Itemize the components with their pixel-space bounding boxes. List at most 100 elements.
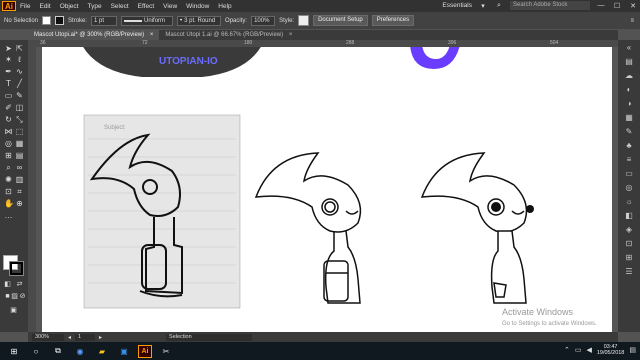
- menu-file[interactable]: File: [20, 3, 30, 10]
- slice-tool-icon[interactable]: ⌗: [15, 187, 24, 196]
- workspace-switcher[interactable]: Essentials: [442, 2, 472, 9]
- paintbrush-tool-icon[interactable]: ✎: [15, 91, 24, 100]
- pen-tool-icon[interactable]: ✒: [4, 67, 13, 76]
- hand-tool-icon[interactable]: ✋: [4, 199, 14, 208]
- store-icon[interactable]: ▣: [116, 344, 132, 358]
- rotate-tool-icon[interactable]: ↻: [4, 115, 13, 124]
- canvas-area[interactable]: UTOPIAN-IO Subject: Activate Windows Go …: [36, 47, 618, 332]
- none-mode-icon[interactable]: ⊘: [18, 292, 27, 301]
- tab-close-icon[interactable]: ×: [150, 32, 154, 38]
- magic-wand-tool-icon[interactable]: ✶: [4, 55, 13, 64]
- maximize-button[interactable]: ☐: [612, 2, 622, 10]
- zoom-tool-icon[interactable]: ⊕: [15, 199, 24, 208]
- screen-mode-icon[interactable]: ▣: [9, 306, 18, 315]
- perspective-grid-tool-icon[interactable]: ▦: [15, 139, 24, 148]
- preferences-button[interactable]: Preferences: [371, 15, 415, 26]
- status-mode[interactable]: Selection: [166, 333, 253, 341]
- snipping-tool-icon[interactable]: ✂: [158, 344, 174, 358]
- mesh-tool-icon[interactable]: ⊞: [4, 151, 13, 160]
- transform-panel-icon[interactable]: ⊞: [624, 254, 634, 262]
- libraries-panel-icon[interactable]: ☁: [624, 72, 634, 80]
- file-explorer-icon[interactable]: ▰: [94, 344, 110, 358]
- stroke-weight-field[interactable]: 1 pt: [91, 15, 118, 26]
- brushes-panel-icon[interactable]: ✎: [624, 128, 634, 136]
- layers-panel-icon[interactable]: ◈: [624, 226, 634, 234]
- gradient-tool-icon[interactable]: ▤: [15, 151, 24, 160]
- stock-search-input[interactable]: Search Adobe Stock: [510, 1, 590, 10]
- line-tool-icon[interactable]: ╱: [15, 79, 24, 88]
- width-tool-icon[interactable]: ⋈: [4, 127, 13, 136]
- menu-window[interactable]: Window: [186, 3, 209, 10]
- tab-mascot-utopi-1-ai[interactable]: Mascot Utopi 1.ai @ 66.67% (RGB/Preview)…: [159, 30, 298, 40]
- chevron-down-icon[interactable]: ▾: [478, 2, 488, 10]
- color-panel-icon[interactable]: ◐: [624, 86, 634, 94]
- more-tools-icon[interactable]: …: [4, 211, 13, 220]
- gradient-panel-icon[interactable]: ▭: [624, 170, 634, 178]
- chrome-icon[interactable]: ◉: [72, 344, 88, 358]
- variable-width-profile[interactable]: Uniform: [121, 15, 174, 26]
- stroke-panel-icon[interactable]: ≡: [624, 156, 634, 164]
- free-transform-tool-icon[interactable]: ⬚: [15, 127, 24, 136]
- lasso-tool-icon[interactable]: ℓ: [15, 55, 24, 64]
- symbol-sprayer-tool-icon[interactable]: ✺: [4, 175, 13, 184]
- task-view-icon[interactable]: ⧉: [50, 344, 66, 358]
- artboards-panel-icon[interactable]: ⊡: [624, 240, 634, 248]
- direct-selection-tool-icon[interactable]: ⇱: [15, 44, 24, 53]
- align-panel-icon[interactable]: ☰: [624, 268, 634, 276]
- menu-object[interactable]: Object: [60, 3, 79, 10]
- fill-color-swatch[interactable]: [42, 16, 52, 25]
- artboard[interactable]: UTOPIAN-IO Subject: Activate Windows Go …: [42, 47, 612, 332]
- stroke-color-swatch[interactable]: [55, 16, 65, 25]
- properties-panel-icon[interactable]: ▤: [624, 58, 634, 66]
- type-tool-icon[interactable]: T: [4, 79, 13, 88]
- windows-start-icon[interactable]: ⊞: [6, 344, 22, 358]
- graphic-style-swatch[interactable]: [298, 15, 310, 26]
- prev-artboard-icon[interactable]: ◂: [68, 334, 71, 341]
- zoom-level[interactable]: 300%: [32, 333, 64, 341]
- notifications-icon[interactable]: ▤: [629, 346, 636, 354]
- symbols-panel-icon[interactable]: ♣: [624, 142, 634, 150]
- document-setup-button[interactable]: Document Setup: [313, 15, 368, 26]
- menu-select[interactable]: Select: [111, 3, 129, 10]
- search-icon[interactable]: ○: [28, 344, 44, 358]
- menu-help[interactable]: Help: [218, 3, 231, 10]
- menu-edit[interactable]: Edit: [39, 3, 50, 10]
- chevron-up-icon[interactable]: ⌃: [564, 346, 570, 354]
- artboard-tool-icon[interactable]: ⊡: [4, 187, 13, 196]
- blend-tool-icon[interactable]: ∞: [15, 163, 24, 172]
- swatches-panel-icon[interactable]: ▦: [624, 114, 634, 122]
- close-window-button[interactable]: ✕: [628, 2, 638, 10]
- menu-view[interactable]: View: [163, 3, 177, 10]
- minimize-button[interactable]: —: [596, 2, 606, 9]
- column-graph-tool-icon[interactable]: ▥: [15, 175, 24, 184]
- graphic-styles-panel-icon[interactable]: ◧: [624, 212, 634, 220]
- scale-tool-icon[interactable]: ⤡: [15, 115, 24, 124]
- network-icon[interactable]: ▭: [575, 346, 582, 354]
- color-guide-panel-icon[interactable]: ◑: [624, 100, 634, 108]
- appearance-panel-icon[interactable]: ☼: [624, 198, 634, 206]
- rectangle-tool-icon[interactable]: ▭: [4, 91, 13, 100]
- collapse-panels-icon[interactable]: «: [624, 44, 634, 52]
- volume-icon[interactable]: ◀: [586, 346, 591, 354]
- tab-close-icon[interactable]: ×: [289, 32, 293, 38]
- stroke-swatch[interactable]: [9, 261, 24, 276]
- opacity-field[interactable]: 100%: [251, 15, 276, 26]
- tab-mascot-utopi-ai[interactable]: Mascot Utopi.ai* @ 300% (RGB/Preview) ×: [28, 30, 160, 40]
- eraser-tool-icon[interactable]: ◫: [15, 103, 24, 112]
- next-artboard-icon[interactable]: ▸: [99, 334, 102, 341]
- shape-builder-tool-icon[interactable]: ◎: [4, 139, 13, 148]
- selection-tool-icon[interactable]: ➤: [4, 44, 13, 53]
- brush-definition[interactable]: • 3 pt. Round: [177, 15, 222, 26]
- transparency-panel-icon[interactable]: ◎: [624, 184, 634, 192]
- panel-menu-icon[interactable]: ≡: [630, 18, 634, 24]
- eyedropper-tool-icon[interactable]: ⌕: [4, 163, 13, 172]
- curvature-tool-icon[interactable]: ∿: [15, 67, 24, 76]
- swap-colors-icon[interactable]: ⇄: [15, 280, 24, 289]
- menu-effect[interactable]: Effect: [138, 3, 155, 10]
- default-colors-icon[interactable]: ◧: [3, 280, 12, 289]
- menu-type[interactable]: Type: [87, 3, 101, 10]
- shaper-tool-icon[interactable]: ✐: [4, 103, 13, 112]
- clock[interactable]: 03:47 19/05/2018: [597, 344, 625, 356]
- illustrator-taskbar-icon[interactable]: Ai: [138, 344, 152, 358]
- artboard-number[interactable]: 1: [75, 333, 96, 341]
